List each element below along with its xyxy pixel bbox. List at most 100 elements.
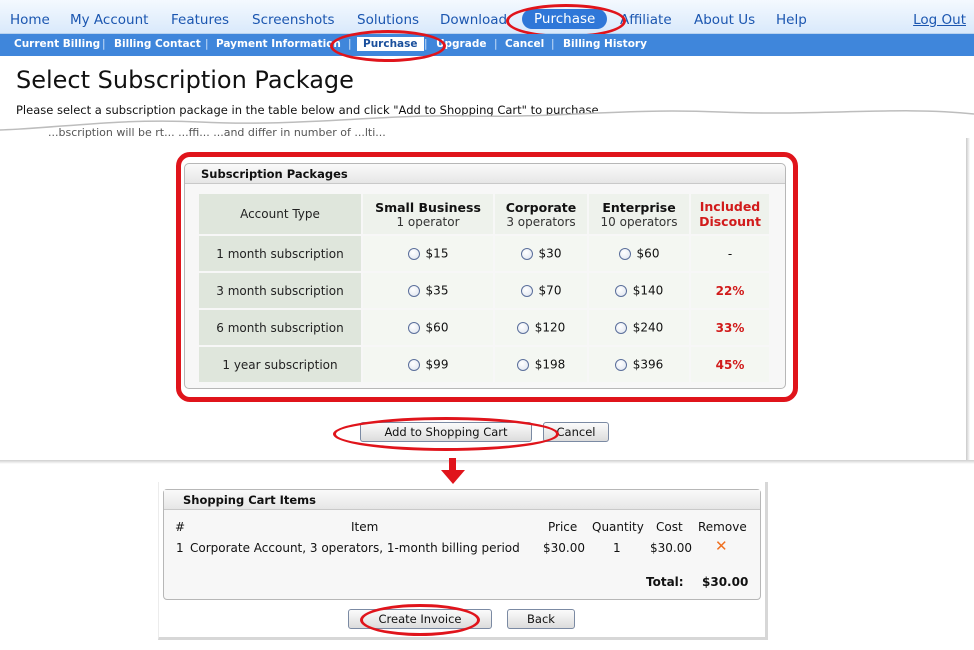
price-option[interactable]: $198 xyxy=(495,347,587,382)
nav-about-us[interactable]: About Us xyxy=(694,12,755,28)
cart-panel-header: Shopping Cart Items xyxy=(164,490,760,510)
price-option[interactable]: $120 xyxy=(495,310,587,345)
cart-total-value: $30.00 xyxy=(702,575,749,589)
radio-button[interactable] xyxy=(516,321,529,334)
cart-item-cost: $30.00 xyxy=(650,541,692,555)
subnav-billing-contact[interactable]: Billing Contact xyxy=(114,38,201,50)
package-row-6-month: 6 month subscription $60 $120 $240 33% xyxy=(199,310,769,345)
radio-button[interactable] xyxy=(614,321,627,334)
subnav-separator: | xyxy=(494,38,498,50)
cart-item-quantity: 1 xyxy=(613,541,621,555)
row-label: 1 month subscription xyxy=(199,236,361,271)
subnav-separator: | xyxy=(102,38,106,50)
radio-button[interactable] xyxy=(407,358,420,371)
price-option[interactable]: $70 xyxy=(495,273,587,308)
highlight-oval-nav-purchase xyxy=(506,4,626,38)
subnav-billing-history[interactable]: Billing History xyxy=(563,38,647,50)
nav-solutions[interactable]: Solutions xyxy=(357,12,419,28)
logout-link[interactable]: Log Out xyxy=(913,12,966,28)
radio-button[interactable] xyxy=(520,247,533,260)
radio-button[interactable] xyxy=(614,284,627,297)
packages-panel-title: Subscription Packages xyxy=(201,167,348,181)
price-option[interactable]: $35 xyxy=(363,273,493,308)
price-option[interactable]: $30 xyxy=(495,236,587,271)
radio-button[interactable] xyxy=(618,247,631,260)
nav-help[interactable]: Help xyxy=(776,12,807,28)
remove-x-icon[interactable]: ✕ xyxy=(715,537,728,555)
discount-value: - xyxy=(691,236,769,271)
price-label: $60 xyxy=(425,320,449,335)
column-operators: 3 operators xyxy=(506,214,576,229)
account-type-header: Account Type xyxy=(199,194,361,234)
nav-home[interactable]: Home xyxy=(10,12,50,28)
nav-my-account[interactable]: My Account xyxy=(70,12,148,28)
nav-screenshots[interactable]: Screenshots xyxy=(252,12,335,28)
top-navigation: Home My Account Features Screenshots Sol… xyxy=(0,0,974,34)
discount-value: 33% xyxy=(691,310,769,345)
price-label: $35 xyxy=(425,283,449,298)
page-shadow-bottom xyxy=(0,460,974,464)
column-name: Corporate xyxy=(505,199,577,215)
back-button[interactable]: Back xyxy=(507,609,575,629)
price-option[interactable]: $140 xyxy=(589,273,689,308)
discount-header-line2: Discount xyxy=(699,214,761,229)
discount-value: 22% xyxy=(691,273,769,308)
subnav-current-billing[interactable]: Current Billing xyxy=(14,38,100,50)
package-row-1-year: 1 year subscription $99 $198 $396 45% xyxy=(199,347,769,382)
radio-button[interactable] xyxy=(614,358,627,371)
shopping-cart-panel: Shopping Cart Items # Item Price Quantit… xyxy=(163,489,761,600)
price-label: $70 xyxy=(538,283,562,298)
row-label: 1 year subscription xyxy=(199,347,361,382)
cart-header-num: # xyxy=(175,520,186,534)
column-name: Enterprise xyxy=(602,199,676,215)
price-label: $140 xyxy=(632,283,664,298)
price-label: $99 xyxy=(425,357,449,372)
subnav-separator: | xyxy=(551,38,555,50)
cart-total-label: Total: xyxy=(646,575,684,589)
subnav-payment-information[interactable]: Payment Information xyxy=(216,38,341,50)
price-label: $120 xyxy=(534,320,566,335)
page-shadow-right xyxy=(966,138,970,460)
radio-button[interactable] xyxy=(407,247,420,260)
column-header-small-business: Small Business 1 operator xyxy=(363,194,493,234)
nav-affiliate[interactable]: Affiliate xyxy=(620,12,672,28)
price-option[interactable]: $60 xyxy=(363,310,493,345)
radio-button[interactable] xyxy=(407,321,420,334)
billing-page: Home My Account Features Screenshots Sol… xyxy=(0,0,974,650)
price-option[interactable]: $396 xyxy=(589,347,689,382)
column-header-corporate: Corporate 3 operators xyxy=(495,194,587,234)
radio-button[interactable] xyxy=(407,284,420,297)
price-label: $30 xyxy=(538,246,562,261)
highlight-oval-add-to-cart xyxy=(333,417,559,451)
price-option[interactable]: $60 xyxy=(589,236,689,271)
price-label: $15 xyxy=(425,246,449,261)
price-option[interactable]: $99 xyxy=(363,347,493,382)
subnav-cancel[interactable]: Cancel xyxy=(505,38,544,50)
package-row-1-month: 1 month subscription $15 $30 $60 - xyxy=(199,236,769,271)
sub-navigation: Current Billing | Billing Contact | Paym… xyxy=(0,34,974,56)
row-label: 6 month subscription xyxy=(199,310,361,345)
discount-header-line1: Included xyxy=(699,199,761,214)
radio-button[interactable] xyxy=(516,358,529,371)
packages-header-row: Account Type Small Business 1 operator C… xyxy=(199,194,769,234)
cart-panel-title: Shopping Cart Items xyxy=(183,493,316,507)
cart-header-cost: Cost xyxy=(656,520,683,534)
package-row-3-month: 3 month subscription $35 $70 $140 22% xyxy=(199,273,769,308)
packages-table: Account Type Small Business 1 operator C… xyxy=(197,192,771,384)
radio-button[interactable] xyxy=(520,284,533,297)
column-operators: 10 operators xyxy=(600,214,678,229)
nav-download[interactable]: Download xyxy=(440,12,507,28)
price-option[interactable]: $240 xyxy=(589,310,689,345)
cart-header-item: Item xyxy=(351,520,379,534)
price-label: $60 xyxy=(636,246,660,261)
price-option[interactable]: $15 xyxy=(363,236,493,271)
column-header-enterprise: Enterprise 10 operators xyxy=(589,194,689,234)
discount-value: 45% xyxy=(691,347,769,382)
cart-item-description: Corporate Account, 3 operators, 1-month … xyxy=(190,541,520,555)
column-name: Small Business xyxy=(375,199,481,215)
cart-item-price: $30.00 xyxy=(543,541,585,555)
nav-features[interactable]: Features xyxy=(171,12,229,28)
partial-description-text: ...bscription will be rt... ...ffi... ..… xyxy=(48,126,386,139)
highlight-oval-create-invoice xyxy=(360,604,480,636)
column-header-discount: Included Discount xyxy=(691,194,769,234)
